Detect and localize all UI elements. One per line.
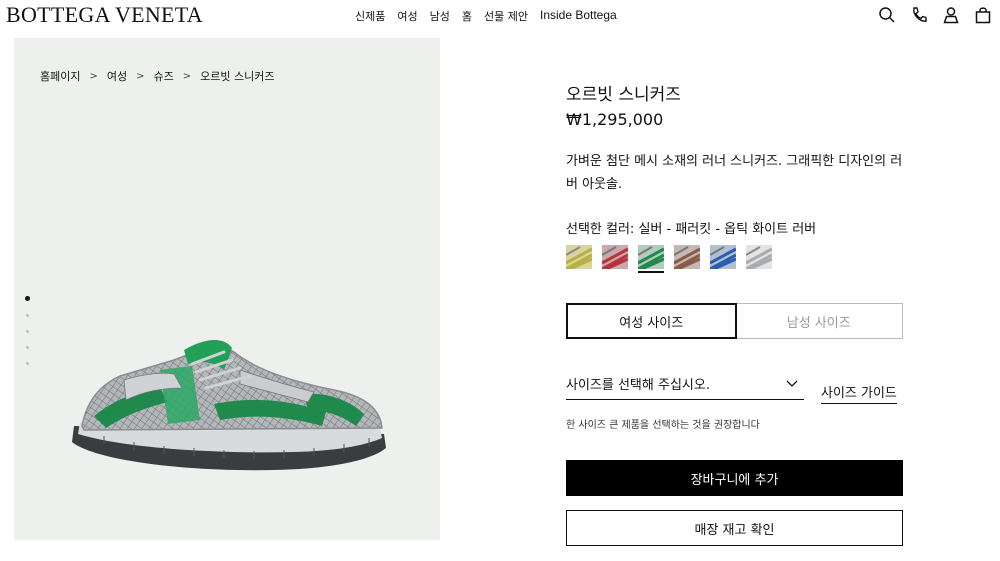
size-select[interactable]: 사이즈를 선택해 주십시오.	[566, 374, 804, 400]
check-store-stock-button[interactable]: 매장 재고 확인	[566, 510, 903, 546]
tab-men-size[interactable]: 남성 사이즈	[736, 304, 903, 338]
add-to-cart-button[interactable]: 장바구니에 추가	[566, 460, 903, 496]
breadcrumb-current: 오르빗 스니커즈	[200, 70, 275, 83]
gallery-dot[interactable]	[25, 296, 30, 301]
color-swatch-yellow[interactable]	[566, 245, 592, 273]
breadcrumb-shoes[interactable]: 슈즈	[154, 68, 174, 84]
gallery-dot[interactable]	[26, 362, 29, 365]
color-swatch-silver[interactable]	[746, 245, 772, 273]
tab-women-size[interactable]: 여성 사이즈	[566, 303, 737, 339]
header-icons	[878, 6, 992, 24]
size-select-placeholder: 사이즈를 선택해 주십시오.	[566, 378, 710, 393]
gallery-dot[interactable]	[26, 314, 29, 317]
bag-icon[interactable]	[974, 6, 992, 24]
nav-item-gifts[interactable]: 선물 제안	[484, 8, 528, 24]
breadcrumb-women[interactable]: 여성	[107, 68, 127, 84]
nav-item-men[interactable]: 남성	[430, 8, 450, 24]
breadcrumb-home[interactable]: 홈페이지	[40, 68, 80, 84]
product-image-panel: 홈페이지 > 여성 > 슈즈 > 오르빗 스니커즈	[14, 38, 440, 540]
size-guide-link[interactable]: 사이즈 가이드	[821, 382, 897, 404]
color-swatches	[566, 245, 772, 273]
product-title: 오르빗 스니커즈	[566, 85, 681, 105]
color-swatch-red[interactable]	[602, 245, 628, 273]
gallery-dots	[25, 296, 30, 365]
search-icon[interactable]	[878, 6, 896, 24]
gallery-dot[interactable]	[26, 330, 29, 333]
product-description: 가벼운 첨단 메시 소재의 러너 스니커즈. 그래픽한 디자인의 러버 아웃솔.	[566, 154, 903, 192]
main-nav: 신제품 여성 남성 홈 선물 제안 Inside Bottega	[355, 8, 629, 24]
color-swatch-blue[interactable]	[710, 245, 736, 273]
account-icon[interactable]	[942, 6, 960, 24]
color-swatch-green[interactable]	[638, 245, 664, 273]
nav-item-new[interactable]: 신제품	[355, 8, 385, 24]
product-image-sneaker[interactable]	[64, 330, 394, 480]
nav-item-inside-bottega[interactable]: Inside Bottega	[540, 8, 617, 24]
site-header: BOTTEGA VENETA 신제품 여성 남성 홈 선물 제안 Inside …	[0, 0, 1000, 32]
chevron-down-icon	[786, 380, 798, 387]
phone-icon[interactable]	[910, 6, 928, 24]
breadcrumb-separator: >	[89, 70, 98, 82]
nav-item-women[interactable]: 여성	[397, 8, 417, 24]
selected-color-label: 선택한 컬러: 실버 - 패러킷 - 옵틱 화이트 러버	[566, 222, 817, 237]
gallery-dot[interactable]	[26, 346, 29, 349]
nav-item-home[interactable]: 홈	[462, 8, 472, 24]
product-price: ₩1,295,000	[566, 110, 664, 129]
size-region-tabs: 여성 사이즈 남성 사이즈	[566, 303, 903, 339]
size-recommendation-note: 한 사이즈 큰 제품을 선택하는 것을 권장합니다	[566, 420, 760, 431]
breadcrumb: 홈페이지 > 여성 > 슈즈 > 오르빗 스니커즈	[40, 68, 275, 84]
brand-logo[interactable]: BOTTEGA VENETA	[6, 2, 203, 28]
breadcrumb-separator: >	[182, 70, 192, 82]
color-swatch-brown[interactable]	[674, 245, 700, 273]
breadcrumb-separator: >	[136, 70, 145, 82]
